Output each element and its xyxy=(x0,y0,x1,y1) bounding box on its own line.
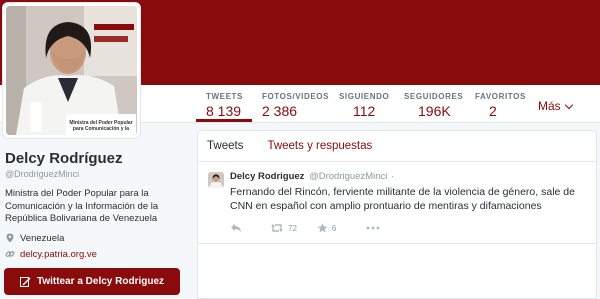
more-label: Más xyxy=(538,99,561,113)
more-menu-button[interactable]: Más xyxy=(538,99,573,113)
stat-favorites-label: FAVORITOS xyxy=(475,92,526,101)
avatar-photo: Ministra del Poder Popular para Comunica… xyxy=(6,6,137,135)
retweet-count: 72 xyxy=(288,223,297,233)
tweet-avatar-image xyxy=(208,172,224,188)
tweet-separator: · xyxy=(391,171,395,182)
stat-favorites-value: 2 xyxy=(489,103,497,119)
profile-location-row: Venezuela xyxy=(5,233,190,244)
favorite-count: 6 xyxy=(331,223,337,233)
stat-followers-value: 196K xyxy=(418,103,451,119)
avatar-illustration xyxy=(6,6,137,135)
tweet-actions: 72 6 xyxy=(230,223,586,233)
tweet-avatar[interactable] xyxy=(208,172,224,188)
stat-following-label: SIGUIENDO xyxy=(339,92,390,101)
timeline-tabs: Tweets Tweets y respuestas xyxy=(198,131,596,162)
tweet-to-button[interactable]: Twittear a Delcy Rodriguez xyxy=(4,268,180,295)
retweet-button[interactable]: 72 xyxy=(270,223,297,233)
tweet-author-name[interactable]: Delcy Rodriguez xyxy=(230,171,304,182)
tweet-header: Delcy Rodriguez @DrodriguezMinci · xyxy=(230,171,586,182)
reply-icon xyxy=(231,224,241,232)
tweet-to-label: Twittear a Delcy Rodriguez xyxy=(36,276,165,287)
stat-favorites[interactable]: FAVORITOS 2 xyxy=(465,86,525,122)
compose-icon xyxy=(19,277,31,287)
star-icon xyxy=(317,223,328,233)
tweet-more-button[interactable] xyxy=(366,226,380,230)
stat-photos-videos-value: 2 386 xyxy=(262,103,298,119)
link-icon xyxy=(5,251,15,257)
profile-stats-nav: TWEETS 8 139 FOTOS/VIDEOS 2 386 SIGUIEND… xyxy=(196,86,525,122)
chevron-down-icon xyxy=(564,100,573,110)
stat-tweets[interactable]: TWEETS 8 139 xyxy=(196,86,252,122)
stat-photos-videos-label: FOTOS/VIDEOS xyxy=(262,92,330,101)
tweet-author-handle[interactable]: @DrodriguezMinci xyxy=(309,171,387,182)
avatar-nameplate-text: Ministra del Poder Popular para Comunica… xyxy=(69,120,133,132)
profile-handle[interactable]: @DrodriguezMinci xyxy=(5,169,190,179)
reply-button[interactable] xyxy=(230,223,242,233)
retweet-icon xyxy=(271,224,283,232)
stat-following-value: 112 xyxy=(353,103,376,119)
tab-tweets[interactable]: Tweets xyxy=(207,140,243,152)
profile-website-link[interactable]: delcy.patria.org.ve xyxy=(20,249,97,260)
stat-following[interactable]: SIGUIENDO 112 xyxy=(329,86,394,122)
location-pin-icon xyxy=(6,233,14,243)
profile-location: Venezuela xyxy=(20,232,65,244)
tweet-item[interactable]: Delcy Rodriguez @DrodriguezMinci · Ferna… xyxy=(198,162,596,244)
timeline-panel: Tweets Tweets y respuestas Delcy Rodrigu… xyxy=(197,130,597,299)
profile-avatar[interactable]: Ministra del Poder Popular para Comunica… xyxy=(2,2,141,139)
profile-website-row: delcy.patria.org.ve xyxy=(5,249,190,260)
tweet-text: Fernando del Rincón, ferviente militante… xyxy=(230,186,575,212)
stat-tweets-label: TWEETS xyxy=(206,92,243,101)
more-dots-icon xyxy=(366,226,380,230)
profile-name[interactable]: Delcy Rodríguez xyxy=(5,150,190,167)
stat-tweets-value: 8 139 xyxy=(206,103,242,119)
stat-photos-videos[interactable]: FOTOS/VIDEOS 2 386 xyxy=(252,86,329,122)
stat-followers-label: SEGUIDORES xyxy=(404,92,464,101)
favorite-button[interactable]: 6 xyxy=(317,223,336,233)
tab-tweets-and-replies[interactable]: Tweets y respuestas xyxy=(267,140,372,152)
profile-card: Delcy Rodríguez @DrodriguezMinci Ministr… xyxy=(5,150,190,260)
stat-followers[interactable]: SEGUIDORES 196K xyxy=(394,86,465,122)
profile-bio: Ministra del Poder Popular para la Comun… xyxy=(5,188,159,224)
